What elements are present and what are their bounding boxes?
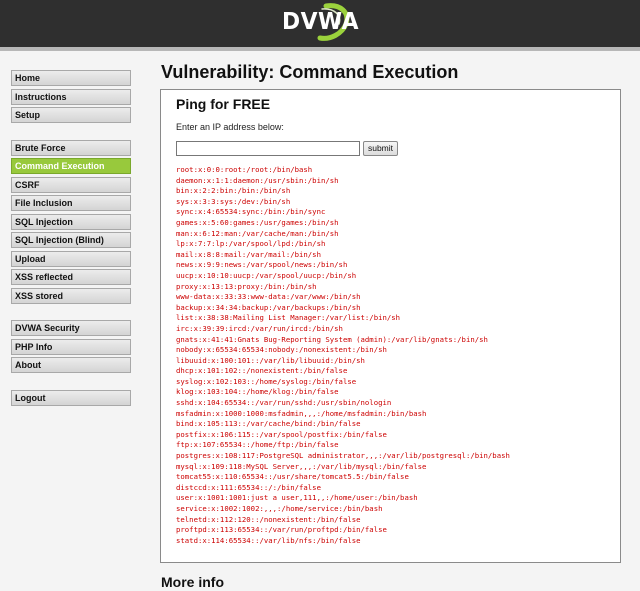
output-line: sync:x:4:65534:sync:/bin:/bin/sync	[176, 207, 326, 217]
output-line: postfix:x:106:115::/var/spool/postfix:/b…	[176, 429, 387, 439]
menu-item-brute-force[interactable]: Brute Force	[11, 139, 131, 156]
logo-text: DVWA	[282, 9, 360, 35]
output-line: sys:x:3:3:sys:/dev:/bin/sh	[176, 196, 291, 206]
output-line: proftpd:x:113:65534::/var/run/proftpd:/b…	[176, 525, 387, 535]
output-line: gnats:x:41:41:Gnats Bug-Reporting System…	[176, 334, 488, 344]
output-line: libuuid:x:100:101::/var/lib/libuuid:/bin…	[176, 355, 365, 365]
output-line: www-data:x:33:33:www-data:/var/www:/bin/…	[176, 292, 361, 302]
output-line: user:x:1001:1001:just a user,111,,:/home…	[176, 493, 418, 503]
ip-field-label: Enter an IP address below:	[176, 122, 284, 132]
output-line: backup:x:34:34:backup:/var/backups:/bin/…	[176, 302, 361, 312]
output-line: syslog:x:102:103::/home/syslog:/bin/fals…	[176, 376, 357, 386]
header-bar: DVWA	[0, 0, 640, 51]
menu-group-gap	[11, 306, 131, 320]
output-line: mysql:x:109:118:MySQL Server,,,:/var/lib…	[176, 461, 427, 471]
dvwa-logo: DVWA	[270, 0, 360, 46]
output-line: dhcp:x:101:102::/nonexistent:/bin/false	[176, 366, 348, 376]
output-line: ftp:x:107:65534::/home/ftp:/bin/false	[176, 440, 339, 450]
output-line: list:x:38:38:Mailing List Manager:/var/l…	[176, 313, 401, 323]
more-info-heading: More info	[161, 574, 224, 590]
output-line: klog:x:103:104::/home/klog:/bin/false	[176, 387, 339, 397]
output-line: lp:x:7:7:lp:/var/spool/lpd:/bin/sh	[176, 239, 326, 249]
sidebar-menu: Home Instructions Setup Brute Force Command …	[11, 70, 131, 408]
output-line: bind:x:105:113::/var/cache/bind:/bin/fal…	[176, 419, 361, 429]
output-line: nobody:x:65534:65534:nobody:/nonexistent…	[176, 345, 387, 355]
output-line: tomcat55:x:110:65534::/usr/share/tomcat5…	[176, 472, 409, 482]
menu-item-php-info[interactable]: PHP Info	[11, 338, 131, 355]
menu-group-gap	[11, 126, 131, 140]
output-line: msfadmin:x:1000:1000:msfadmin,,,:/home/m…	[176, 408, 427, 418]
output-line: news:x:9:9:news:/var/spool/news:/bin/sh	[176, 260, 348, 270]
menu-item-xss-reflected[interactable]: XSS reflected	[11, 269, 131, 285]
output-line: service:x:1002:1002:,,,:/home/service:/b…	[176, 504, 383, 513]
panel-heading: Ping for FREE	[176, 96, 271, 112]
output-line: irc:x:39:39:ircd:/var/run/ircd:/bin/sh	[176, 323, 343, 333]
output-line: proxy:x:13:13:proxy:/bin:/bin/sh	[176, 281, 317, 291]
menu-item-file-inclusion[interactable]: File Inclusion	[11, 195, 131, 211]
menu-group-gap	[11, 376, 131, 390]
output-line: sshd:x:104:65534::/var/run/sshd:/usr/sbi…	[176, 398, 392, 408]
page-title: Vulnerability: Command Execution	[161, 62, 459, 82]
output-line: games:x:5:60:games:/usr/games:/bin/sh	[176, 217, 339, 227]
output-line: telnetd:x:112:120::/nonexistent:/bin/fal…	[176, 514, 361, 524]
output-line: uucp:x:10:10:uucp:/var/spool/uucp:/bin/s…	[176, 270, 357, 280]
command-output: root:x:0:0:root:/root:/bin/bash daemon:x:…	[176, 165, 510, 546]
output-line: distccd:x:111:65534::/:/bin/false	[176, 482, 321, 492]
submit-button[interactable]: submit	[363, 141, 398, 156]
menu-item-setup[interactable]: Setup	[11, 107, 131, 123]
menu-item-xss-stored[interactable]: XSS stored	[11, 287, 131, 304]
output-line: mail:x:8:8:mail:/var/mail:/bin/sh	[176, 249, 321, 259]
menu-item-instructions[interactable]: Instructions	[11, 88, 131, 105]
output-line: man:x:6:12:man:/var/cache/man:/bin/sh	[176, 228, 339, 238]
menu-item-csrf[interactable]: CSRF	[11, 176, 131, 193]
menu-item-about[interactable]: About	[11, 357, 131, 373]
menu-item-home[interactable]: Home	[11, 70, 131, 86]
output-line: statd:x:114:65534::/var/lib/nfs:/bin/fal…	[176, 535, 361, 545]
ping-panel: Ping for FREE Enter an IP address below:…	[160, 89, 621, 563]
output-line: bin:x:2:2:bin:/bin:/bin/sh	[176, 186, 291, 196]
menu-item-command-execution[interactable]: Command Execution	[11, 158, 131, 174]
menu-item-sql-injection-blind[interactable]: SQL Injection (Blind)	[11, 232, 131, 248]
menu-item-logout[interactable]: Logout	[11, 389, 131, 406]
output-line: daemon:x:1:1:daemon:/usr/sbin:/bin/sh	[176, 175, 339, 185]
menu-item-dvwa-security[interactable]: DVWA Security	[11, 320, 131, 336]
output-line: postgres:x:108:117:PostgreSQL administra…	[176, 451, 510, 461]
output-line: root:x:0:0:root:/root:/bin/bash	[176, 165, 313, 174]
ip-address-input[interactable]	[176, 141, 360, 156]
menu-item-sql-injection[interactable]: SQL Injection	[11, 213, 131, 230]
menu-item-upload[interactable]: Upload	[11, 250, 131, 267]
